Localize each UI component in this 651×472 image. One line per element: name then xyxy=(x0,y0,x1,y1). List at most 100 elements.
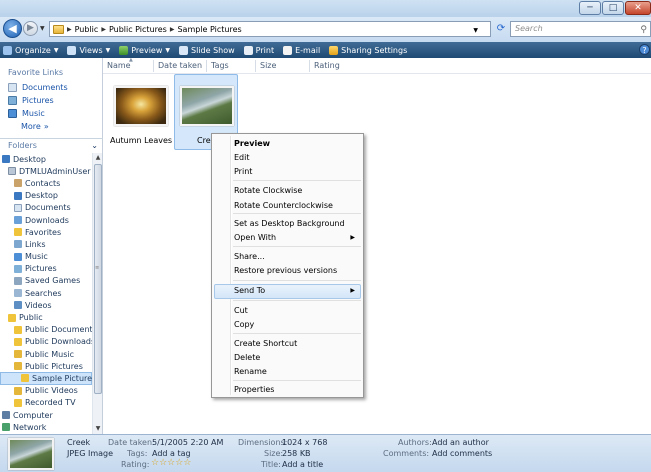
tree-item-selected[interactable]: Sample Pictures xyxy=(0,372,92,385)
tree-item[interactable]: Searches xyxy=(0,287,92,299)
tree-item[interactable]: Contacts xyxy=(0,177,92,189)
preview-button[interactable]: Preview ▼ xyxy=(119,45,170,55)
address-dropdown-icon[interactable]: ▼ xyxy=(473,27,478,34)
menu-separator xyxy=(233,300,361,301)
star-icon[interactable]: ☆ xyxy=(183,458,191,468)
tree-item[interactable]: Desktop xyxy=(0,190,92,202)
date-taken-value[interactable]: 5/1/2005 2:20 AM xyxy=(152,438,223,447)
tree-item[interactable]: Pictures xyxy=(0,263,92,275)
column-size[interactable]: Size xyxy=(260,61,276,70)
email-button[interactable]: E-mail xyxy=(283,45,320,55)
authors-value[interactable]: Add an author xyxy=(432,438,489,447)
menu-item-send-to[interactable]: Send To xyxy=(234,286,265,295)
organize-button[interactable]: Organize ▼ xyxy=(3,45,58,55)
menu-item-properties[interactable]: Properties xyxy=(234,385,274,394)
tree-item-label: DTMLUAdminUser xyxy=(19,166,91,176)
sharing-settings-button[interactable]: Sharing Settings xyxy=(329,45,407,55)
tree-item-label: Contacts xyxy=(25,178,61,188)
scroll-down-icon[interactable]: ▼ xyxy=(94,425,102,434)
menu-item-create-shortcut[interactable]: Create Shortcut xyxy=(234,339,297,348)
tree-item[interactable]: Documents xyxy=(0,202,92,214)
tree-item[interactable]: Favorites xyxy=(0,226,92,238)
menu-item-rotate-clockwise[interactable]: Rotate Clockwise xyxy=(234,186,302,195)
star-icon[interactable]: ☆ xyxy=(151,458,159,468)
breadcrumb-sample-pictures[interactable]: Sample Pictures xyxy=(177,25,241,34)
tree-item[interactable]: Public Pictures xyxy=(0,360,92,372)
search-placeholder: Search xyxy=(515,24,543,33)
menu-item-preview[interactable]: Preview xyxy=(234,139,270,148)
column-divider[interactable] xyxy=(309,60,310,72)
scroll-thumb[interactable] xyxy=(94,164,102,394)
tree-item[interactable]: Downloads xyxy=(0,214,92,226)
column-rating[interactable]: Rating xyxy=(314,61,340,70)
forward-arrow-icon[interactable]: ▶ xyxy=(23,21,38,36)
menu-item-restore-previous-versions[interactable]: Restore previous versions xyxy=(234,266,337,275)
column-date-taken[interactable]: Date taken xyxy=(158,61,202,70)
menu-item-rename[interactable]: Rename xyxy=(234,367,267,376)
maximize-icon[interactable]: □ xyxy=(602,1,624,15)
menu-item-set-desktop-background[interactable]: Set as Desktop Background xyxy=(234,219,345,228)
folder-tree-scrollbar[interactable]: ▲ ≡ ▼ xyxy=(92,153,102,435)
menu-item-print[interactable]: Print xyxy=(234,167,252,176)
refresh-icon[interactable]: ⟳ xyxy=(493,21,509,37)
comments-value[interactable]: Add comments xyxy=(432,449,492,458)
rating-stars[interactable]: ☆☆☆☆☆ xyxy=(151,458,191,468)
tree-item[interactable]: Public Documents xyxy=(0,324,92,336)
star-icon[interactable]: ☆ xyxy=(159,458,167,468)
search-input[interactable]: Search ⚲ xyxy=(510,21,651,37)
more-links[interactable]: More » xyxy=(8,120,68,133)
tree-item[interactable]: Links xyxy=(0,238,92,250)
menu-item-copy[interactable]: Copy xyxy=(234,320,254,329)
breadcrumb-public[interactable]: Public xyxy=(75,25,99,34)
tree-item[interactable]: Desktop xyxy=(0,153,92,165)
breadcrumb-public-pictures[interactable]: Public Pictures xyxy=(109,25,167,34)
recent-pages-chevron-icon[interactable]: ▼ xyxy=(40,25,45,32)
column-name[interactable]: Name xyxy=(107,61,131,70)
submenu-arrow-icon: ▶ xyxy=(350,234,355,241)
title-value[interactable]: Add a title xyxy=(282,460,323,469)
breadcrumb-arrow-icon[interactable]: ▶ xyxy=(101,26,106,33)
tree-item[interactable]: DTMLUAdminUser xyxy=(0,165,92,177)
tree-item[interactable]: Public Music xyxy=(0,348,92,360)
menu-item-edit[interactable]: Edit xyxy=(234,153,250,162)
menu-item-delete[interactable]: Delete xyxy=(234,353,260,362)
slideshow-button[interactable]: Slide Show xyxy=(179,45,235,55)
favorite-music[interactable]: Music xyxy=(8,107,68,120)
tree-item[interactable]: Recorded TV xyxy=(0,397,92,409)
minimize-icon[interactable]: ─ xyxy=(579,1,601,15)
menu-item-open-with[interactable]: Open With xyxy=(234,233,276,242)
tree-item-label: Favorites xyxy=(25,227,62,237)
scroll-up-icon[interactable]: ▲ xyxy=(94,154,102,163)
folders-header[interactable]: Folders ⌄ xyxy=(0,138,103,152)
breadcrumb-arrow-icon[interactable]: ▶ xyxy=(170,26,175,33)
favorite-pictures[interactable]: Pictures xyxy=(8,94,68,107)
tree-item[interactable]: Music xyxy=(0,251,92,263)
close-icon[interactable]: ✕ xyxy=(625,1,651,15)
address-bar[interactable]: ▶ Public ▶ Public Pictures ▶ Sample Pict… xyxy=(49,21,491,37)
file-item-autumn-leaves[interactable]: Autumn Leaves xyxy=(108,74,172,150)
views-button[interactable]: Views ▼ xyxy=(67,45,110,55)
breadcrumb-arrow-icon[interactable]: ▶ xyxy=(67,26,72,33)
tags-value[interactable]: Add a tag xyxy=(152,449,191,458)
column-divider[interactable] xyxy=(206,60,207,72)
tree-item[interactable]: Public Videos xyxy=(0,385,92,397)
folder-icon xyxy=(14,337,22,346)
column-divider[interactable] xyxy=(255,60,256,72)
favorite-documents[interactable]: Documents xyxy=(8,81,68,94)
tree-item[interactable]: Computer xyxy=(0,409,92,421)
tree-item[interactable]: Public Downloads xyxy=(0,336,92,348)
help-icon[interactable]: ? xyxy=(639,44,650,55)
back-arrow-icon[interactable]: ◀ xyxy=(3,19,22,38)
column-divider[interactable] xyxy=(153,60,154,72)
menu-item-cut[interactable]: Cut xyxy=(234,306,248,315)
search-icon[interactable]: ⚲ xyxy=(640,23,647,37)
tree-item[interactable]: Saved Games xyxy=(0,275,92,287)
tree-item[interactable]: Public xyxy=(0,311,92,323)
column-tags[interactable]: Tags xyxy=(211,61,229,70)
tree-item-label: Public Videos xyxy=(25,386,78,396)
print-button[interactable]: Print xyxy=(243,45,274,55)
menu-item-share[interactable]: Share... xyxy=(234,252,265,261)
tree-item[interactable]: Network xyxy=(0,421,92,433)
menu-item-rotate-counterclockwise[interactable]: Rotate Counterclockwise xyxy=(234,201,333,210)
tree-item[interactable]: Videos xyxy=(0,299,92,311)
